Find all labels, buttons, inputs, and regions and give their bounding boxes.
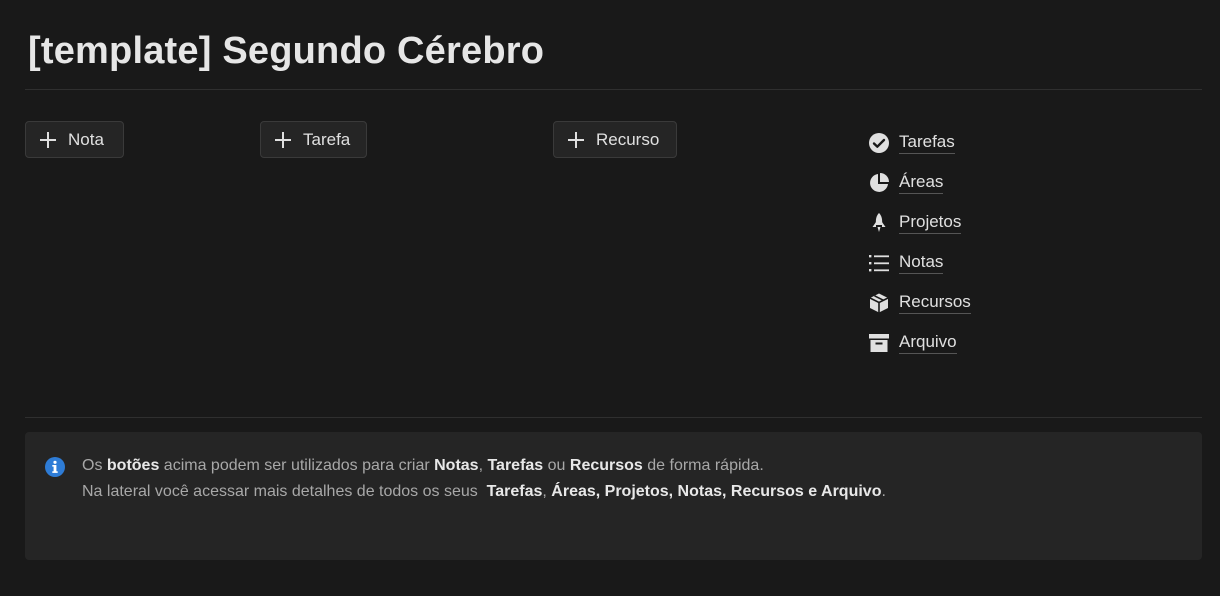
bold-text: Áreas, Projetos, Notas, Recursos e Arqui…: [551, 483, 882, 500]
text-fragment: Os: [82, 457, 107, 474]
new-nota-label: Nota: [68, 129, 104, 149]
new-recurso-label: Recurso: [596, 129, 660, 149]
plus-icon: [568, 131, 584, 148]
new-nota-button[interactable]: Nota: [25, 121, 124, 158]
page-title: [template] Segundo Cérebro: [28, 30, 545, 72]
bold-text: botões: [106, 457, 160, 474]
new-recurso-button[interactable]: Recurso: [553, 121, 677, 158]
nav-item-label: Tarefas: [899, 132, 955, 154]
nav-item-notas[interactable]: Notas: [868, 243, 971, 283]
text-fragment: .: [881, 483, 886, 500]
bold-text: Tarefas: [487, 457, 544, 474]
plus-icon: [275, 131, 291, 148]
text-fragment: de forma rápida.: [642, 457, 764, 474]
divider: [25, 417, 1202, 418]
nav-item-label: Arquivo: [899, 332, 957, 354]
bold-text: Tarefas: [486, 483, 543, 500]
nav-item-label: Recursos: [899, 292, 971, 314]
callout-line-1: Os botões acima podem ser utilizados par…: [82, 453, 886, 479]
info-icon: [45, 457, 65, 477]
check-circle-icon: [868, 132, 890, 154]
nav-item-recursos[interactable]: Recursos: [868, 283, 971, 323]
nav-item-label: Notas: [899, 252, 944, 274]
plus-icon: [40, 131, 56, 148]
new-tarefa-label: Tarefa: [303, 129, 351, 149]
divider: [25, 89, 1202, 90]
box-icon: [868, 292, 890, 314]
callout-text: Os botões acima podem ser utilizados par…: [82, 453, 886, 505]
pie-chart-icon: [868, 172, 890, 194]
nav-item-areas[interactable]: Áreas: [868, 163, 971, 203]
page: [template] Segundo Cérebro Nota Tarefa R…: [0, 0, 1220, 596]
bold-text: Recursos: [569, 457, 643, 474]
callout-line-2: Na lateral você acessar mais detalhes de…: [82, 479, 886, 505]
list-icon: [868, 252, 890, 274]
side-nav: Tarefas Áreas Projetos Notas Recursos Ar…: [868, 123, 971, 363]
nav-item-label: Projetos: [899, 212, 962, 234]
new-tarefa-button[interactable]: Tarefa: [260, 121, 367, 158]
text-fragment: acima podem ser utilizados para criar: [159, 457, 435, 474]
nav-item-arquivo[interactable]: Arquivo: [868, 323, 971, 363]
text-fragment: ou: [543, 457, 570, 474]
info-callout: Os botões acima podem ser utilizados par…: [25, 432, 1202, 560]
nav-item-label: Áreas: [899, 172, 944, 194]
text-fragment: Na lateral você acessar mais detalhes de…: [82, 483, 487, 500]
nav-item-tarefas[interactable]: Tarefas: [868, 123, 971, 163]
bold-text: Notas: [434, 457, 479, 474]
nav-item-projetos[interactable]: Projetos: [868, 203, 971, 243]
text-fragment: ,: [542, 483, 552, 500]
archive-icon: [868, 332, 890, 354]
rocket-icon: [868, 212, 890, 234]
